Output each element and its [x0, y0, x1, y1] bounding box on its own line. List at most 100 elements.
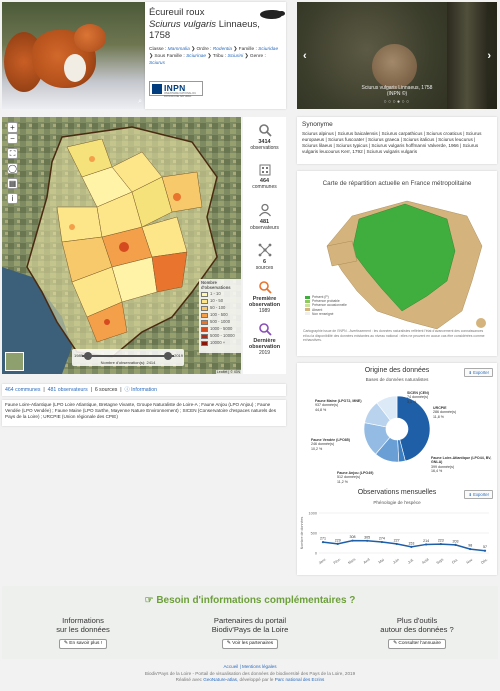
basemap-switcher[interactable] — [5, 352, 24, 371]
pie-slice-label: Faune Maine (LPO72, MNE) 937 donnée(s) 44,… — [315, 399, 362, 412]
export-monthly-button[interactable]: ⬇ Exporter — [464, 490, 493, 499]
geonature-link[interactable]: GeoNature-atlas — [203, 677, 237, 682]
footer: Accueil | Mentions légales Biodiv'Pays d… — [0, 664, 500, 684]
search-purple-icon — [258, 323, 272, 336]
x-tick-label: Mai — [378, 558, 385, 565]
info-icon[interactable]: i — [7, 193, 18, 204]
data-point[interactable] — [424, 543, 428, 546]
legend-item: 10 - 50 — [201, 298, 239, 304]
carousel-next-icon[interactable]: › — [487, 50, 491, 62]
communes-link[interactable]: 464 communes — [5, 387, 40, 393]
stat-sources: 6 sources — [243, 243, 286, 271]
legend-item: 100 - 500 — [201, 312, 239, 318]
y-tick-label: 500 — [311, 532, 317, 536]
data-point[interactable] — [395, 542, 398, 546]
carousel-indicators[interactable]: ○○○●○○ — [297, 99, 497, 105]
pie-slice-label: SICEN (CEN) 74 donnée(s) 3,1 % — [407, 391, 429, 404]
x-tick-label: Juin — [392, 558, 400, 565]
stat-communes: 464 communes — [243, 162, 286, 190]
fullscreen-icon[interactable]: ⛶ — [7, 148, 18, 159]
sources-list: Faune Loire-Atlantique (LPO Loire Atlant… — [2, 400, 286, 426]
taxon-link[interactable]: Rodentia — [213, 47, 232, 52]
slider-count-label: Nombre d'observation(s): 2414 — [100, 360, 156, 365]
x-tick-label: Oct. — [451, 558, 459, 565]
year-range-slider[interactable]: 1989 2019 Nombre d'observation(s): 2414 — [72, 349, 184, 366]
taxon-link[interactable]: Sciurini — [227, 54, 243, 59]
banner-title: ☞ Besoin d'informations complémentaires … — [144, 595, 356, 606]
y-tick-label: 1000 — [309, 512, 317, 516]
squirrel-belly-shape — [64, 54, 86, 82]
observation-map[interactable]: + − ⛶ ◯ ▦ i Nombre d'observations 1 - 10… — [2, 117, 241, 374]
carousel-caption: Sciurus vulgaris Linnaeus, 1758 (INPN ©) — [361, 85, 433, 97]
species-latin-name: Sciurus vulgaris Linnaeus, — [149, 19, 260, 30]
stats-panel: 3414 observations 464 communes 481 observat… — [243, 117, 286, 374]
magnify-icon[interactable]: ⌕ — [138, 98, 142, 106]
monthly-line-chart: 1000 500 0 Nombre de données 271 Janv. 229 Févr… — [300, 512, 489, 565]
data-label: 203 — [453, 539, 459, 543]
sources-count: 6 sources — [94, 387, 118, 393]
inpn-logo[interactable]: INPN INVENTAIRE NATIONAL DU PATRIMOINE N… — [149, 81, 203, 98]
legend-item: 5000 - 10000 — [201, 333, 239, 339]
data-point[interactable] — [483, 549, 487, 552]
data-point[interactable] — [439, 542, 442, 546]
legend-item: 50 - 100 — [201, 305, 239, 311]
synonyme-text: Sciurus alpinus | Sciurus baicalensis | … — [302, 131, 482, 154]
zoom-out-button[interactable]: − — [7, 133, 18, 144]
search-orange-icon — [258, 281, 272, 294]
photo-carousel[interactable]: ‹ › Sciurus vulgaris Linnaeus, 1758 (INP… — [297, 2, 497, 109]
data-label: 214 — [423, 539, 429, 543]
taxon-link[interactable]: Sciurinae — [186, 54, 206, 59]
data-point[interactable] — [380, 540, 384, 544]
slider-end-year: 2019 — [174, 353, 183, 358]
taxon-link[interactable]: Sciuridae — [258, 47, 278, 52]
data-point[interactable] — [336, 542, 339, 545]
grid-icon[interactable]: ▦ — [7, 178, 18, 189]
data-point[interactable] — [469, 547, 472, 551]
taxon-link[interactable]: Sciurus — [149, 61, 165, 66]
x-tick-label: Mars — [347, 557, 356, 565]
data-point[interactable] — [410, 545, 413, 548]
data-label: 223 — [438, 539, 444, 543]
tools-column: Plus d'outils autour des données ? ✎ Cons… — [342, 616, 492, 649]
data-label: 271 — [320, 537, 326, 541]
pie-slice-label: Faune Vendée (LPO85) 246 donnée(s) 10,2 % — [311, 438, 350, 451]
france-map-legend: Présent (P) Présence probable Présence occ… — [305, 295, 347, 316]
taxon-link[interactable]: Mammalia — [168, 47, 190, 52]
info-column: Informations sur les données ✎ En savoir … — [8, 616, 158, 649]
data-point[interactable] — [366, 539, 369, 542]
info-circle-icon: ⓘ — [124, 387, 130, 393]
directory-button[interactable]: ✎ Consulter l'annuaire — [388, 639, 446, 649]
x-tick-label: Juil. — [407, 558, 415, 565]
y-tick-label: 0 — [315, 552, 317, 556]
slider-end-handle[interactable] — [164, 352, 172, 360]
stat-last-observation: Dernière observation 2019 — [243, 322, 286, 356]
parc-link[interactable]: Parc national des Ecrins — [275, 677, 325, 682]
origin-data-card: Origine des données Bases de données nat… — [297, 363, 497, 575]
learn-more-button[interactable]: ✎ En savoir plus ! — [58, 639, 108, 649]
data-point[interactable] — [351, 539, 354, 542]
pie-slice-label: URCPIE 286 donnée(s) 11,8 % — [433, 406, 457, 419]
carousel-prev-icon[interactable]: ‹ — [303, 50, 307, 62]
squirrel-head-shape — [74, 24, 106, 52]
pie-slice-label: Faune Loire-Atlantique (LPO44, BV, GNLA)… — [431, 456, 492, 474]
zoom-in-button[interactable]: + — [7, 122, 18, 133]
y-axis-label: Nombre de données — [300, 517, 304, 550]
legend-item: 500 - 1000 — [201, 319, 239, 325]
x-tick-label: Août — [421, 557, 429, 565]
species-photo[interactable]: ⌕ — [2, 2, 145, 109]
france-distribution-card: Carte de répartition actuelle en France … — [297, 171, 497, 356]
pie-slice-label: Faune Anjou (LPO49) 512 donnée(s) 11,2 % — [337, 471, 374, 484]
building-icon — [259, 164, 270, 176]
legend-item: 1 - 10 — [201, 291, 239, 297]
slider-start-handle[interactable] — [84, 352, 92, 360]
hand-pointer-icon: ☞ — [144, 595, 154, 606]
partners-button[interactable]: ✎ Voir les partenaires — [221, 639, 279, 649]
information-link[interactable]: ⓘ Information — [124, 387, 157, 393]
data-label: 227 — [394, 538, 400, 542]
search-icon — [258, 124, 272, 137]
data-point[interactable] — [321, 541, 325, 544]
observateurs-link[interactable]: 481 observateurs — [48, 387, 88, 393]
data-point[interactable] — [454, 543, 457, 546]
speech-bubble-icon[interactable]: ◯ — [7, 163, 18, 174]
map-attribution[interactable]: Leaflet | © IGN — [215, 370, 241, 374]
